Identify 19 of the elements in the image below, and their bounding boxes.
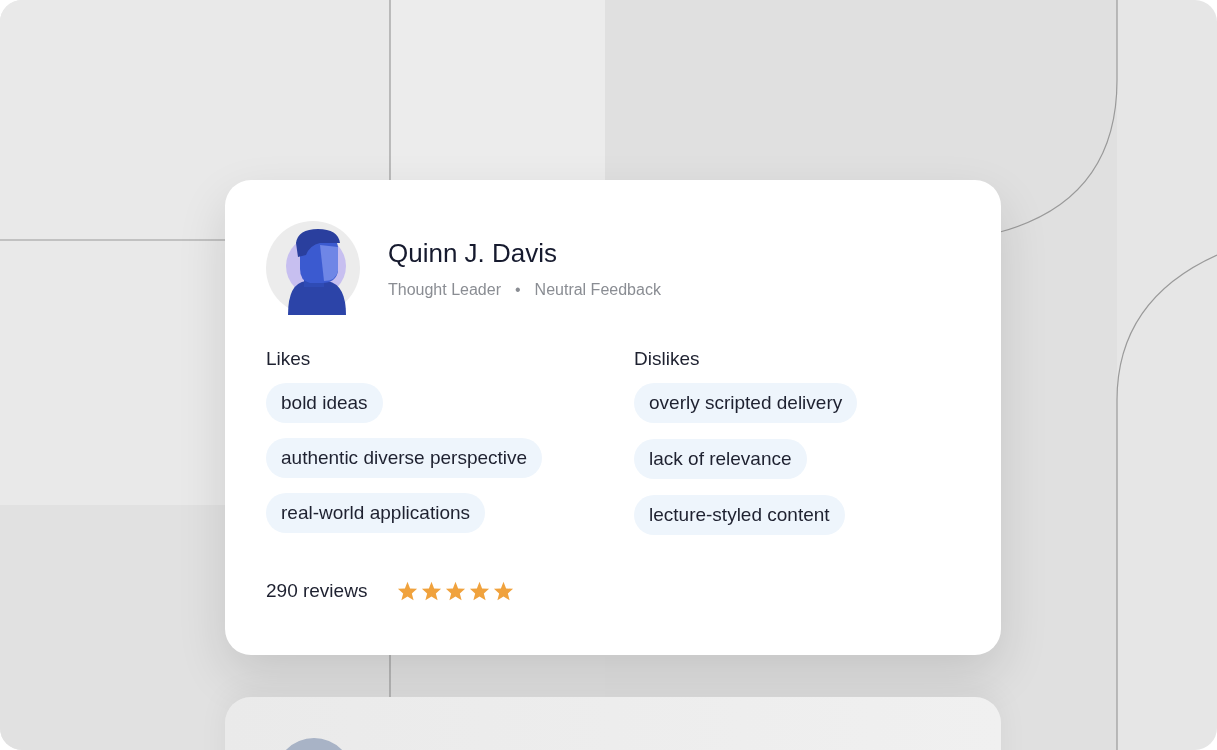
tag: overly scripted delivery xyxy=(634,383,858,423)
review-count: 290 reviews xyxy=(266,580,368,602)
person-name: Quinn J. Davis xyxy=(388,237,559,269)
tag: real-world applications xyxy=(266,493,486,533)
star-icon xyxy=(421,581,443,601)
avatar-icon xyxy=(266,221,360,315)
tag: authentic diverse perspective xyxy=(266,438,543,478)
tag: lecture-styled content xyxy=(634,495,845,535)
section-heading: Likes xyxy=(266,348,311,370)
star-icon xyxy=(469,581,491,601)
star-icon xyxy=(445,581,467,601)
star-icon xyxy=(493,581,515,601)
separator-dot: • xyxy=(515,280,521,299)
sentiment-label: Neutral Feedback xyxy=(534,280,661,299)
section-heading: Dislikes xyxy=(634,348,700,370)
tag: bold ideas xyxy=(266,383,383,423)
role-label: Thought Leader xyxy=(388,280,501,299)
star-icon xyxy=(397,581,419,601)
tag: lack of relevance xyxy=(634,439,807,479)
